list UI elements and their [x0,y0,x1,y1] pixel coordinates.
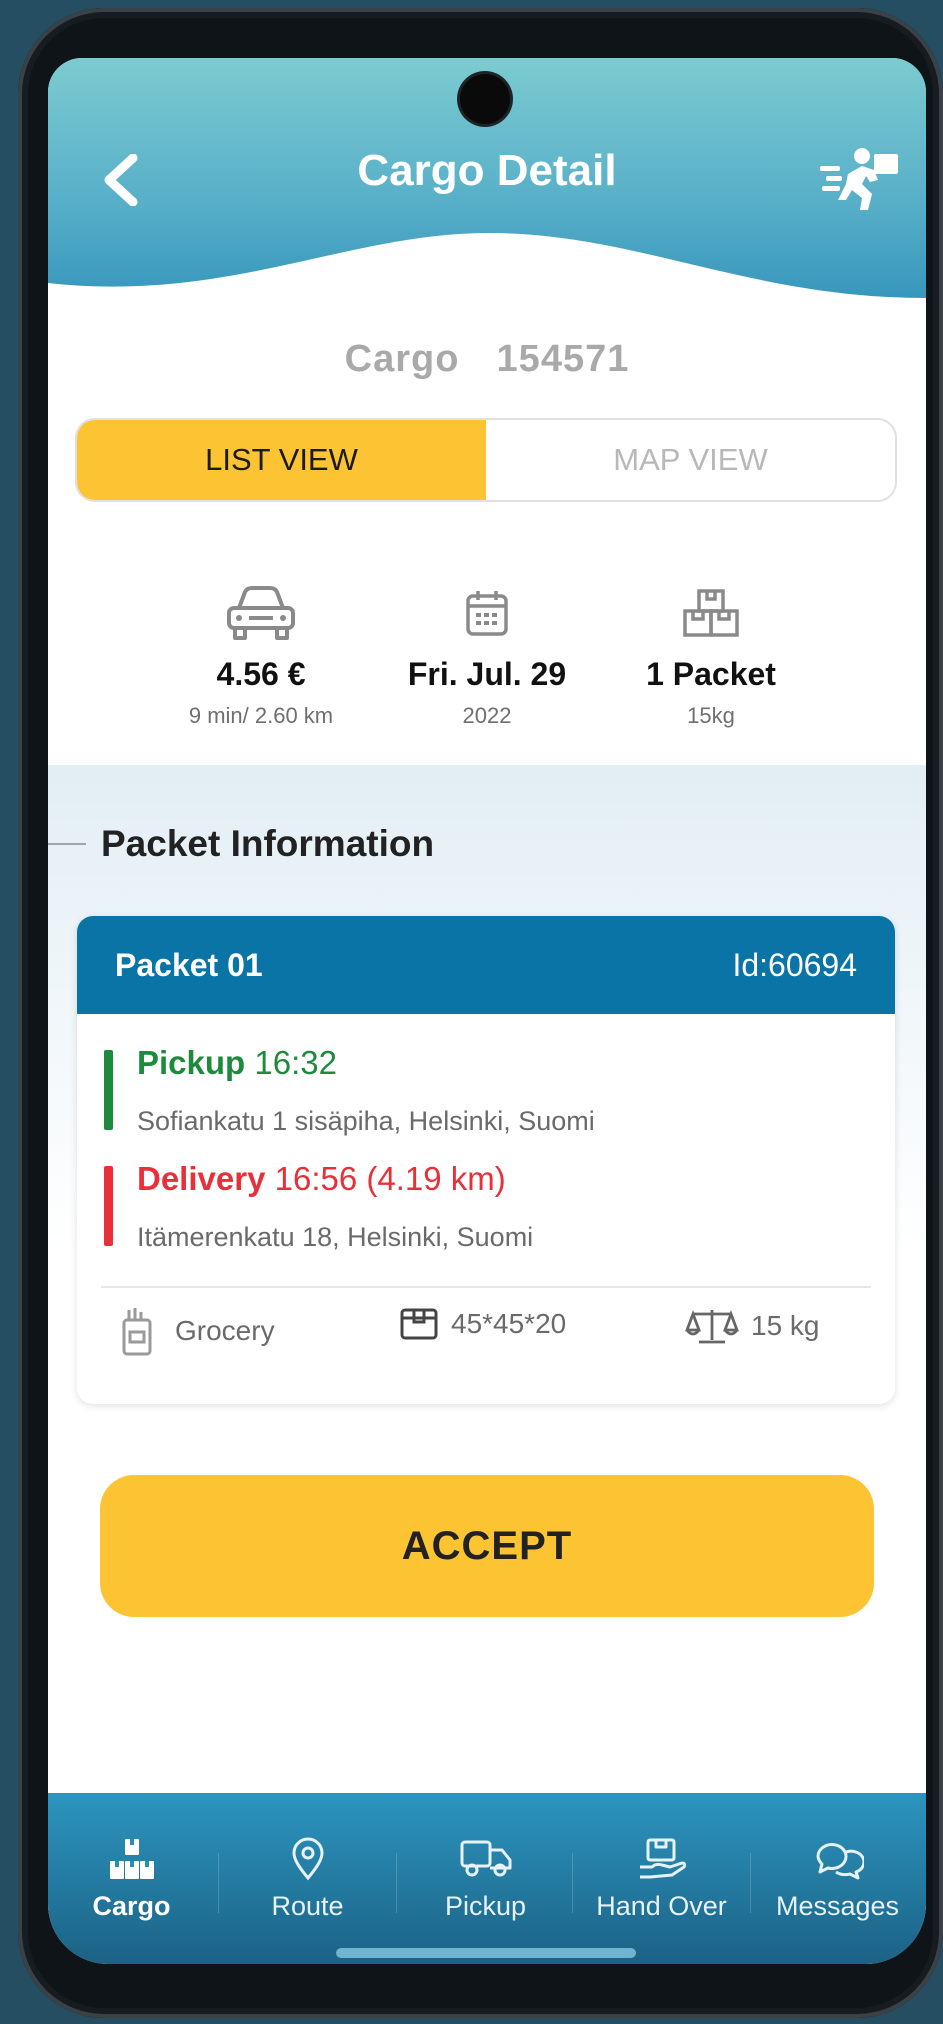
duration-distance: 9 min/ 2.60 km [188,703,334,728]
pickup-address: Sofiankatu 1 sisäpiha, Helsinki, Suomi [137,1106,595,1136]
pickup-time: 16:32 [254,1044,337,1081]
grocery-bag-icon [122,1308,152,1356]
accept-button[interactable]: ACCEPT [100,1475,874,1617]
view-toggle: LIST VIEW MAP VIEW [75,418,897,502]
front-camera [460,74,510,124]
delivery-marker [104,1166,113,1246]
list-view-tab[interactable]: LIST VIEW [77,420,486,500]
hand-package-icon [639,1838,686,1879]
nav-item-route[interactable]: Route [220,1833,395,1938]
cargo-id: 154571 [496,338,630,380]
nav-label-hand-over: Hand Over [596,1891,727,1921]
nav-label-messages: Messages [775,1891,900,1921]
cargo-label: Cargo [344,338,460,380]
app-header: Cargo Detail [48,58,926,338]
nav-item-messages[interactable]: Messages [750,1833,925,1938]
cargo-number: Cargo 154571 [48,338,926,381]
weight-value: 15 kg [751,1310,820,1341]
dimensions-value: 45*45*20 [451,1308,567,1339]
packet-weight: 15 kg [685,1306,820,1346]
nav-item-cargo[interactable]: Cargo [48,1833,219,1938]
scale-icon [685,1310,739,1344]
boxes-icon [109,1839,154,1879]
total-weight: 15kg [687,703,735,728]
pickup-label: Pickup [137,1044,246,1081]
card-divider [101,1286,871,1288]
packet-card[interactable]: Packet 01 Id:60694 Pickup 16:32 Sofianka… [77,916,895,1404]
pickup-marker [104,1050,113,1130]
home-indicator[interactable] [336,1948,636,1958]
map-pin-icon [291,1837,324,1881]
nav-label-pickup: Pickup [444,1891,527,1921]
packet-card-header: Packet 01 Id:60694 [77,916,895,1014]
bottom-nav: Cargo Route Pickup Hand Over Messages [48,1793,926,1964]
packages-icon [683,589,739,637]
truck-icon [460,1840,511,1877]
section-divider [48,843,86,845]
pickup-date: Fri. Jul. 29 [407,656,567,692]
packet-id: Id:60694 [732,946,857,983]
date-stat: Fri. Jul. 29 2022 [357,578,617,729]
packet-category: Grocery [121,1306,275,1356]
packet-name: Packet 01 [115,946,263,983]
packets-stat: 1 Packet 15kg [581,578,841,729]
nav-separator [572,1853,573,1913]
category-label: Grocery [175,1315,275,1346]
nav-separator [396,1853,397,1913]
nav-item-pickup[interactable]: Pickup [398,1833,573,1938]
price-value: 4.56 € [216,656,306,692]
running-courier-icon [820,148,898,210]
packet-count: 1 Packet [646,656,776,692]
map-view-tab[interactable]: MAP VIEW [486,420,895,500]
pickup-line: Pickup 16:32 [137,1044,337,1082]
delivery-label: Delivery [137,1160,266,1197]
delivery-time: 16:56 (4.19 km) [274,1160,506,1197]
nav-item-hand-over[interactable]: Hand Over [574,1833,749,1938]
nav-label-cargo: Cargo [92,1891,171,1921]
delivery-address: Itämerenkatu 18, Helsinki, Suomi [137,1222,534,1252]
nav-separator [218,1853,219,1913]
car-icon [227,586,295,640]
pickup-year: 2022 [462,703,512,728]
calendar-icon [466,591,508,636]
page-title: Cargo Detail [357,146,617,195]
box-icon [400,1308,438,1340]
chat-bubbles-icon [816,1843,864,1880]
cargo-stats: 4.56 € 9 min/ 2.60 km Fri. Jul. 29 2022 [48,578,926,758]
header-wave [48,233,926,338]
app-screen: Cargo Detail Cargo 154571 LIST VIEW MAP … [48,58,926,1964]
price-stat: 4.56 € 9 min/ 2.60 km [131,578,391,729]
courier-button[interactable] [818,140,904,216]
nav-label-route: Route [271,1891,344,1921]
packet-dimensions: 45*45*20 [399,1306,566,1342]
section-title: Packet Information [101,823,435,864]
delivery-line: Delivery 16:56 (4.19 km) [137,1160,506,1198]
